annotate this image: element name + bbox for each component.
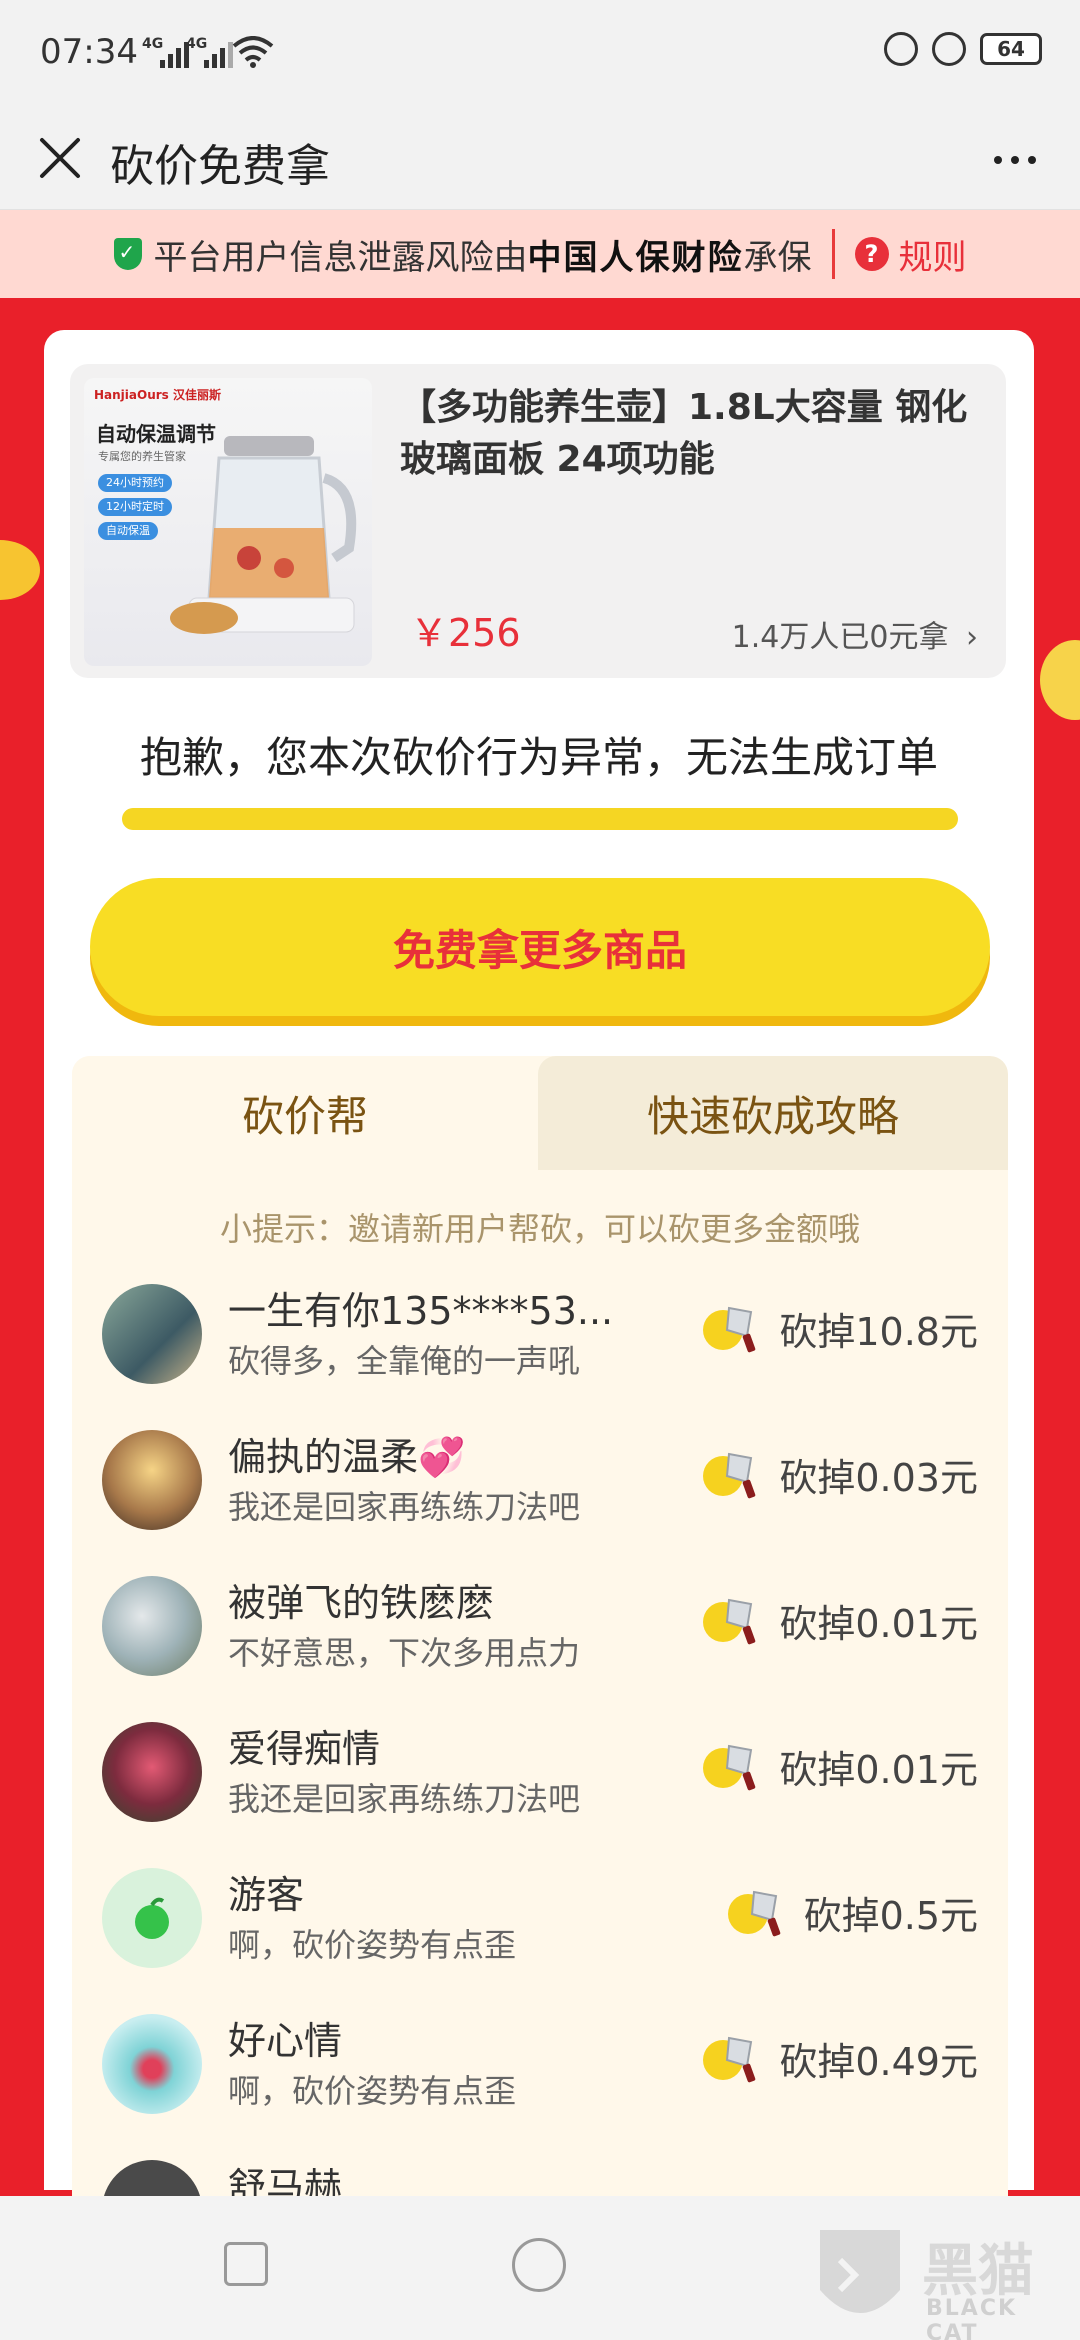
divider (831, 229, 835, 279)
home-button[interactable] (512, 2238, 566, 2292)
product-image-tag: 自动保温 (98, 522, 158, 540)
product-image-tag: 12小时定时 (98, 498, 172, 516)
status-time: 07:34 (40, 32, 138, 72)
cut-amount: 砍掉0.5元 (803, 1893, 978, 1938)
battery-icon: 64 (980, 33, 1042, 65)
helper-name: 游客 (228, 1873, 305, 1917)
cleaver-icon (703, 1744, 756, 1791)
helper-message: 啊，砍价姿势有点歪 (228, 1926, 517, 1964)
avatar (102, 1868, 202, 1968)
coin-decoration (0, 540, 40, 600)
cleaver-icon (703, 2036, 756, 2083)
tab-bargain-helpers[interactable]: 砍价帮 (72, 1056, 538, 1170)
alarm-icon (932, 32, 966, 66)
chevron-right-icon: › (966, 620, 978, 655)
cut-amount: 砍掉0.01元 (779, 1747, 978, 1792)
list-item: 被弹飞的铁麽麽 不好意思，下次多用点力 砍掉0.01元 (72, 1562, 1008, 1708)
title-bar: 砍价免费拿 (0, 106, 1080, 210)
avatar (102, 1284, 202, 1384)
helper-message: 啊，砍价姿势有点歪 (228, 2072, 517, 2110)
status-bar: 07:34 4G 4G 64 (0, 0, 1080, 106)
list-item: 偏执的温柔💞 我还是回家再练练刀法吧 砍掉0.03元 (72, 1416, 1008, 1562)
helper-message: 我还是回家再练练刀法吧 (228, 1780, 581, 1818)
cut-amount: 砍掉0.01元 (779, 1601, 978, 1646)
main-card: HanjiaOurs 汉佳丽斯 自动保温调节 专属您的养生管家 24小时预约 1… (44, 330, 1034, 2196)
product-image-brand: HanjiaOurs 汉佳丽斯 (94, 388, 221, 402)
avatar (102, 2160, 202, 2196)
cut-amount: 砍掉0.49元 (779, 2039, 978, 2084)
rules-link[interactable]: 规则 (899, 230, 967, 279)
cat-logo-icon (820, 2230, 900, 2313)
more-menu-button[interactable] (980, 130, 1050, 190)
recent-apps-button[interactable] (224, 2242, 268, 2286)
helper-name: 偏执的温柔💞 (228, 1435, 466, 1479)
list-item: 好心情 啊，砍价姿势有点歪 砍掉0.49元 (72, 2000, 1008, 2146)
black-cat-watermark: 黑猫 BLACK CAT (810, 2220, 1070, 2340)
helper-message: 不好意思，下次多用点力 (228, 1634, 581, 1672)
insurance-text-prefix: 平台用户信息泄露风险由 (153, 237, 528, 278)
product-claim-count-text: 1.4万人已0元拿 (731, 620, 949, 655)
avatar (102, 1430, 202, 1530)
insurance-brand: 中国人保财险 (527, 237, 744, 278)
insurance-banner: 平台用户信息泄露风险由 中国人保财险 承保 ? 规则 (0, 210, 1080, 298)
product-image-tag: 24小时预约 (98, 474, 172, 492)
free-more-products-button[interactable]: 免费拿更多商品 (90, 878, 990, 1016)
wifi-icon (232, 36, 274, 68)
helpers-section: 砍价帮 快速砍成攻略 小提示：邀请新用户帮砍，可以砍更多金额哦 一生有你135*… (72, 1056, 1008, 2196)
watermark-text: 黑猫 (922, 2239, 1034, 2304)
helper-name: 舒马赫 (228, 2165, 343, 2196)
list-item: 游客 啊，砍价姿势有点歪 砍掉0.5元 (72, 1854, 1008, 2000)
cut-amount: 砍掉10.8元 (779, 1309, 978, 1354)
list-item: 爱得痴情 我还是回家再练练刀法吧 砍掉0.01元 (72, 1708, 1008, 1854)
cleaver-icon (727, 1890, 780, 1937)
helper-message: 我还是回家再练练刀法吧 (228, 1488, 581, 1526)
product-image[interactable]: HanjiaOurs 汉佳丽斯 自动保温调节 专属您的养生管家 24小时预约 1… (84, 378, 372, 666)
progress-bar (122, 808, 958, 830)
question-icon[interactable]: ? (854, 237, 889, 271)
apple-icon (135, 1897, 169, 1939)
cleaver-icon (703, 1598, 756, 1645)
kettle-illustration (170, 436, 357, 634)
coin-decoration (1040, 640, 1080, 720)
helper-name: 爱得痴情 (228, 1727, 381, 1771)
insurance-text-suffix: 承保 (743, 237, 812, 278)
signal-icon-2 (204, 40, 233, 68)
page-title: 砍价免费拿 (110, 141, 330, 192)
product-card[interactable]: HanjiaOurs 汉佳丽斯 自动保温调节 专属您的养生管家 24小时预约 1… (70, 364, 1006, 678)
list-item: 一生有你135****53... 砍得多，全靠俺的一声吼 砍掉10.8元 (72, 1270, 1008, 1416)
product-price: ￥256 (410, 611, 521, 655)
watermark-sub: BLACK CAT (926, 2296, 1018, 2340)
lock-rotation-icon (884, 32, 918, 66)
avatar (102, 1576, 202, 1676)
signal-icon (160, 40, 189, 68)
cleaver-icon (703, 1452, 756, 1499)
helper-name: 一生有你135****53... (228, 1289, 614, 1333)
helper-message: 砍得多，全靠俺的一声吼 (228, 1342, 581, 1380)
tip-text: 小提示：邀请新用户帮砍，可以砍更多金额哦 (219, 1210, 860, 1248)
shield-check-icon (113, 238, 142, 270)
avatar (102, 1722, 202, 1822)
helper-name: 被弹飞的铁麽麽 (228, 1581, 495, 1625)
cleaver-icon (703, 1306, 756, 1353)
close-icon[interactable] (30, 128, 90, 188)
list-item: 舒马赫 (72, 2146, 1008, 2196)
product-name: 【多功能养生壶】1.8L大容量 钢化玻璃面板 24项功能 (400, 387, 968, 480)
tab-quick-strategy[interactable]: 快速砍成攻略 (538, 1056, 1008, 1170)
cut-amount: 砍掉0.03元 (779, 1455, 978, 1500)
error-message: 抱歉，您本次砍价行为异常，无法生成订单 (139, 733, 938, 782)
avatar (102, 2014, 202, 2114)
helper-name: 好心情 (228, 2019, 343, 2063)
product-claim-count[interactable]: 1.4万人已0元拿 › (732, 612, 978, 656)
